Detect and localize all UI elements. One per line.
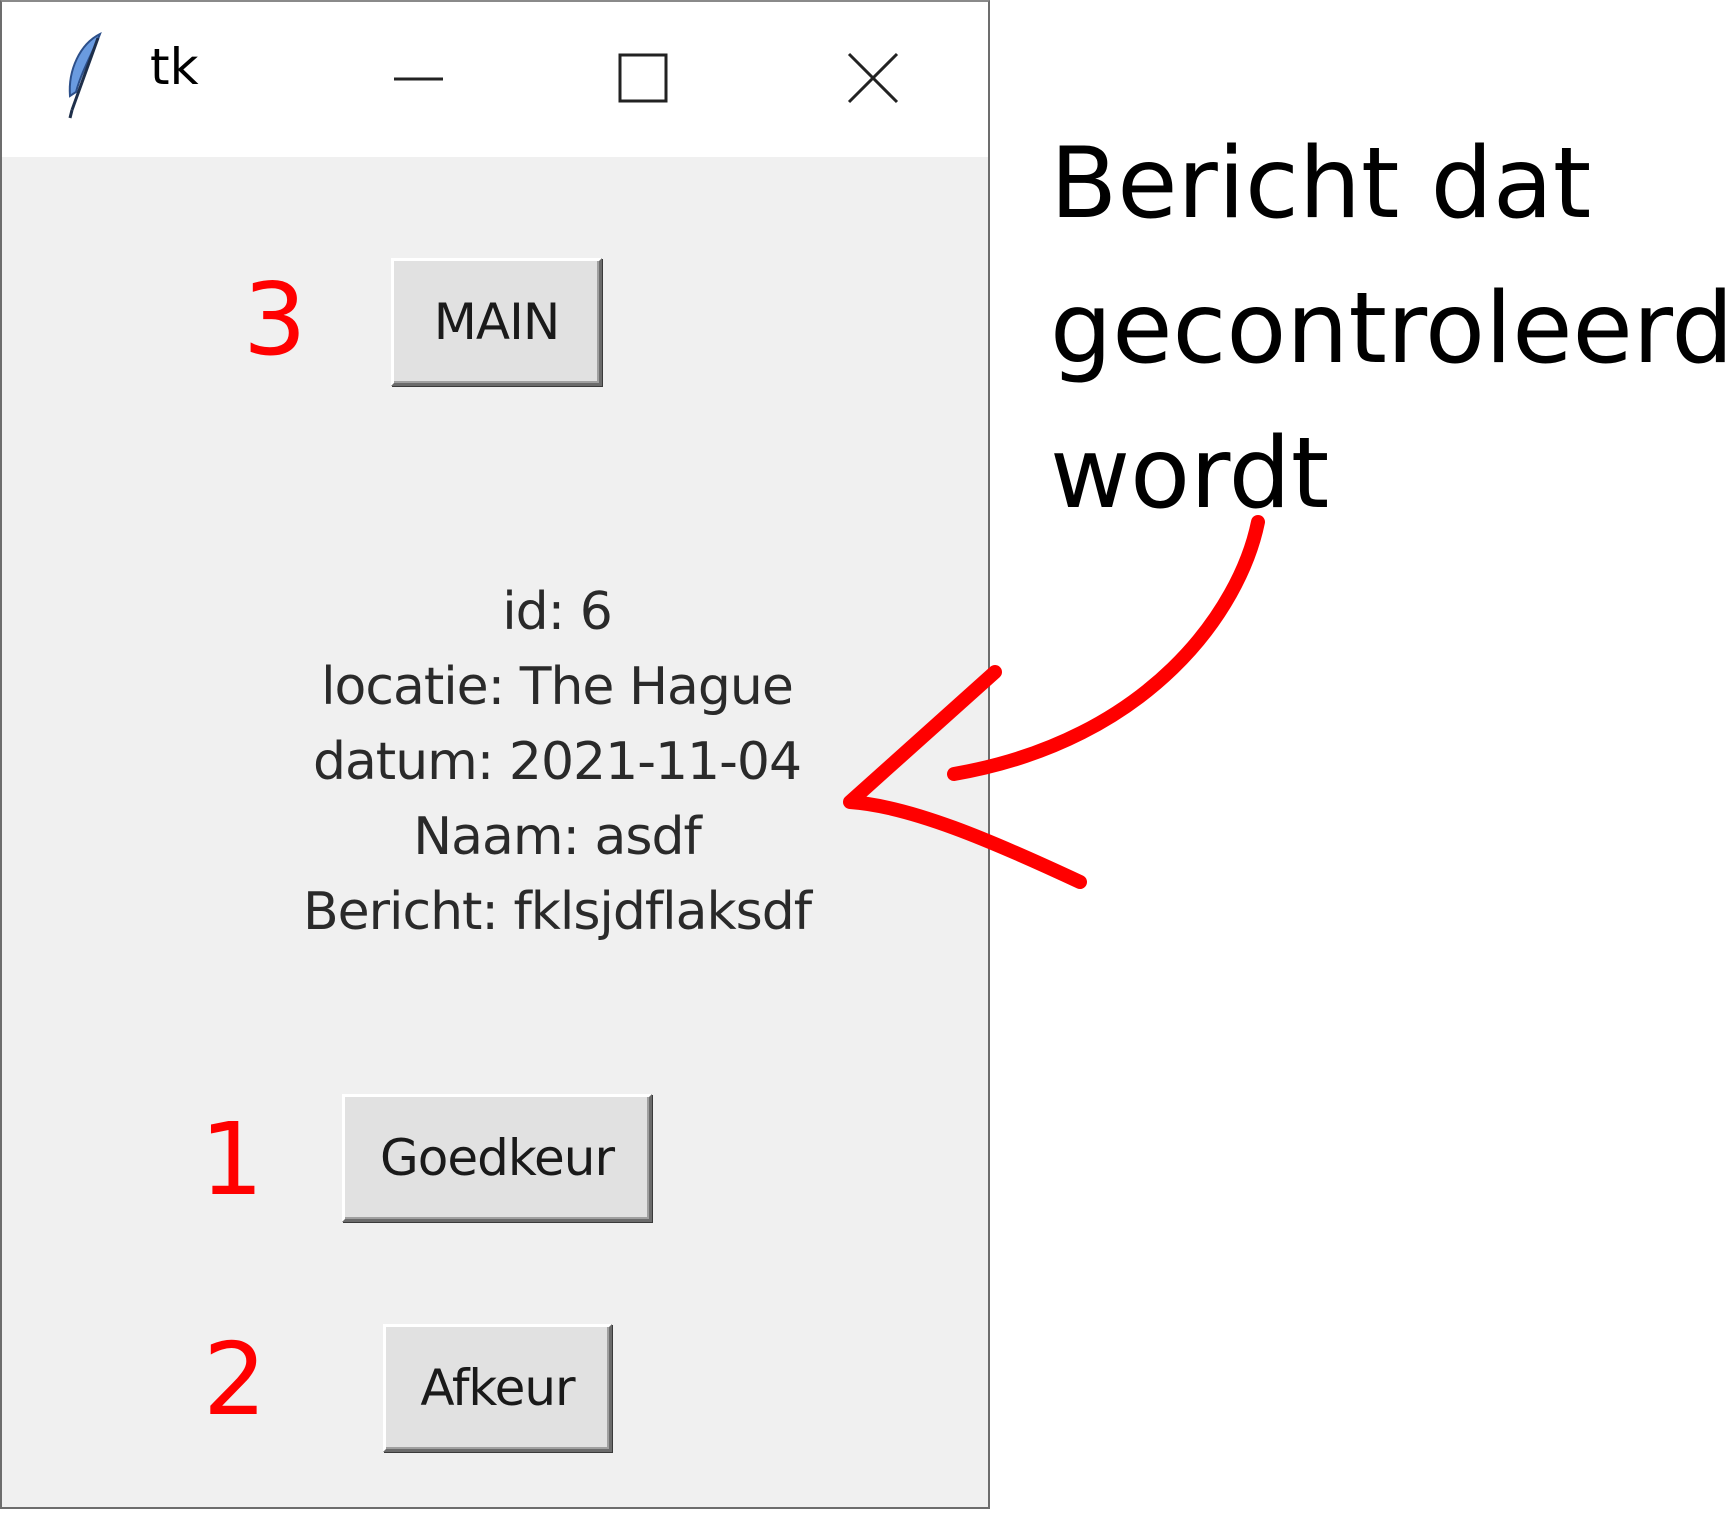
annotation-number-approve: 1 (200, 1101, 264, 1218)
window-title: tk (150, 38, 199, 96)
reject-button[interactable]: Afkeur (383, 1324, 612, 1452)
maximize-icon (618, 53, 668, 103)
approve-button[interactable]: Goedkeur (342, 1094, 652, 1222)
minimize-button[interactable] (377, 32, 457, 122)
maximize-button[interactable] (602, 32, 682, 122)
feather-icon (68, 31, 102, 119)
main-button[interactable]: MAIN (391, 258, 602, 386)
annotation-number-reject: 2 (203, 1321, 267, 1438)
minimize-icon (394, 77, 443, 81)
annotation-note-line: gecontroleerd (1050, 272, 1729, 386)
close-button[interactable] (832, 32, 912, 122)
annotation-note: Bericht dat gecontroleerd wordt (1050, 112, 1729, 547)
annotation-number-main: 3 (243, 261, 307, 378)
annotation-arrow-icon (843, 515, 1265, 889)
close-icon (847, 52, 899, 104)
annotation-note-line: Bericht dat (1050, 127, 1592, 241)
title-bar[interactable]: tk (2, 2, 988, 157)
